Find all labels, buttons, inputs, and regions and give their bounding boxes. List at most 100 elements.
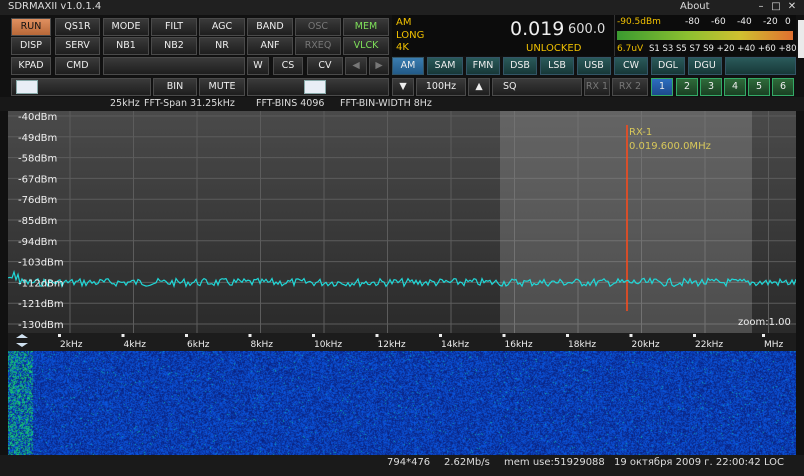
- axis-tick: [375, 334, 379, 337]
- axis-scroll-down-icon[interactable]: [16, 343, 28, 347]
- axis-tick: [762, 334, 765, 337]
- mode-usb[interactable]: USB: [577, 57, 611, 75]
- span-label: 25kHz: [110, 98, 140, 109]
- step-down-button[interactable]: ▼: [392, 78, 414, 96]
- mute-button[interactable]: MUTE: [199, 78, 245, 96]
- axis-label: 2kHz: [60, 340, 83, 350]
- db-label: -85dBm: [18, 216, 57, 227]
- axis-tick: [629, 334, 633, 337]
- mode-dsb[interactable]: DSB: [503, 57, 537, 75]
- mem-button[interactable]: MEM: [343, 18, 389, 36]
- meter-tick: 0: [785, 17, 791, 27]
- axis-tick: [502, 334, 506, 337]
- bin-button[interactable]: BIN: [153, 78, 197, 96]
- axis-label: 12kHz: [378, 340, 406, 350]
- osc-button[interactable]: OSC: [295, 18, 341, 36]
- mode-lsb[interactable]: LSB: [540, 57, 574, 75]
- kpad-button[interactable]: KPAD: [11, 57, 51, 75]
- meter-tick: -20: [763, 17, 778, 27]
- close-button[interactable]: ✕: [786, 1, 798, 13]
- axis-tick: [693, 334, 696, 337]
- axis-tick: [58, 334, 61, 337]
- meter-tick: S5: [676, 44, 687, 54]
- frequency-display: AM LONG 4K 0.019 600.0 UNLOCKED: [392, 15, 614, 56]
- disp-button[interactable]: DISP: [11, 37, 51, 55]
- axis-tick: [248, 334, 252, 337]
- cs-button[interactable]: CS: [273, 57, 303, 75]
- lock-status: UNLOCKED: [526, 43, 582, 54]
- meter-tick: S9: [703, 44, 714, 54]
- db-label: -58dBm: [18, 154, 57, 165]
- squelch-slider-handle[interactable]: [304, 80, 326, 94]
- step-up-button[interactable]: ▲: [468, 78, 490, 96]
- nb2-button[interactable]: NB2: [151, 37, 197, 55]
- waterfall-display[interactable]: [8, 351, 796, 455]
- cmd-button[interactable]: CMD: [55, 57, 100, 75]
- volume-slider-handle[interactable]: [16, 80, 38, 94]
- mode-button[interactable]: MODE: [103, 18, 149, 36]
- db-label: -121dBm: [18, 299, 64, 310]
- num-button-3[interactable]: 3: [700, 78, 722, 96]
- mode-dgl[interactable]: DGL: [651, 57, 685, 75]
- run-button[interactable]: RUN: [11, 18, 51, 36]
- step-size[interactable]: 100Hz: [416, 78, 466, 96]
- qs1r-button[interactable]: QS1R: [55, 18, 100, 36]
- waterfall-canvas: [8, 351, 796, 455]
- num-button-2[interactable]: 2: [676, 78, 698, 96]
- filt-button[interactable]: FILT: [151, 18, 197, 36]
- maximize-button[interactable]: □: [770, 1, 782, 13]
- axis-tick: [121, 334, 125, 337]
- sq-button[interactable]: SQ: [492, 78, 582, 96]
- spectrum-display[interactable]: -40dBm -49dBm -58dBm -67dBm -76dBm -85dBm -94d…: [8, 111, 796, 333]
- rxeq-button[interactable]: RXEQ: [295, 37, 341, 55]
- mode-empty: [725, 57, 796, 75]
- cv-button[interactable]: CV: [307, 57, 343, 75]
- mode-dgu[interactable]: DGU: [688, 57, 722, 75]
- meter-bar: [617, 31, 793, 40]
- axis-label: 8kHz: [251, 340, 274, 350]
- squelch-slider[interactable]: [247, 78, 389, 96]
- num-button-4[interactable]: 4: [724, 78, 746, 96]
- rx2-button[interactable]: RX 2: [612, 78, 648, 96]
- status-resolution: 794*476: [387, 457, 431, 468]
- volume-slider[interactable]: [11, 78, 151, 96]
- about-menu[interactable]: About: [680, 1, 710, 12]
- band-button[interactable]: BAND: [247, 18, 293, 36]
- filter-passband: [500, 111, 752, 333]
- minimize-button[interactable]: –: [755, 1, 767, 13]
- axis-label: 20kHz: [632, 340, 660, 350]
- mode-fmn[interactable]: FMN: [466, 57, 500, 75]
- agc-button[interactable]: AGC: [199, 18, 245, 36]
- meter-tick: S3: [662, 44, 674, 54]
- status-memory: mem use:51929088: [504, 457, 605, 468]
- bandwidth-indicator: 4K: [396, 42, 409, 53]
- meter-tick: S1: [649, 44, 660, 54]
- db-label: -40dBm: [18, 112, 57, 123]
- meter-tick: -80: [685, 17, 700, 27]
- axis-tick: [312, 334, 315, 337]
- zoom-level: zoom:1.00: [738, 317, 791, 328]
- db-label: -103dBm: [18, 258, 64, 269]
- nr-button[interactable]: NR: [199, 37, 245, 55]
- meter-tick: -40: [737, 17, 752, 27]
- mode-sam[interactable]: SAM: [427, 57, 463, 75]
- arrow-left-button[interactable]: ◀: [345, 57, 367, 75]
- status-datetime: 19 октября 2009 г. 22:00:42 LOC: [614, 457, 785, 468]
- side-edge: [798, 20, 804, 58]
- nb1-button[interactable]: NB1: [103, 37, 149, 55]
- frequency-axis: 2kHz 4kHz 6kHz 8kHz 10kHz 12kHz 14kHz 16kHz 18kH…: [8, 333, 796, 351]
- mode-am[interactable]: AM: [392, 57, 424, 75]
- axis-scroll-up-icon[interactable]: [16, 334, 28, 338]
- w-button[interactable]: W: [247, 57, 269, 75]
- arrow-right-button[interactable]: ▶: [369, 57, 389, 75]
- axis-label: 10kHz: [314, 340, 342, 350]
- meter-scale-bottom: S1 S3 S5 S7 S9 +20 +40 +60 +80: [649, 44, 797, 54]
- anf-button[interactable]: ANF: [247, 37, 293, 55]
- mode-cw[interactable]: CW: [614, 57, 648, 75]
- num-button-1[interactable]: 1: [651, 78, 673, 96]
- rx1-button[interactable]: RX 1: [584, 78, 610, 96]
- num-button-6[interactable]: 6: [772, 78, 794, 96]
- vlck-button[interactable]: VLCK: [343, 37, 389, 55]
- num-button-5[interactable]: 5: [748, 78, 770, 96]
- serv-button[interactable]: SERV: [55, 37, 100, 55]
